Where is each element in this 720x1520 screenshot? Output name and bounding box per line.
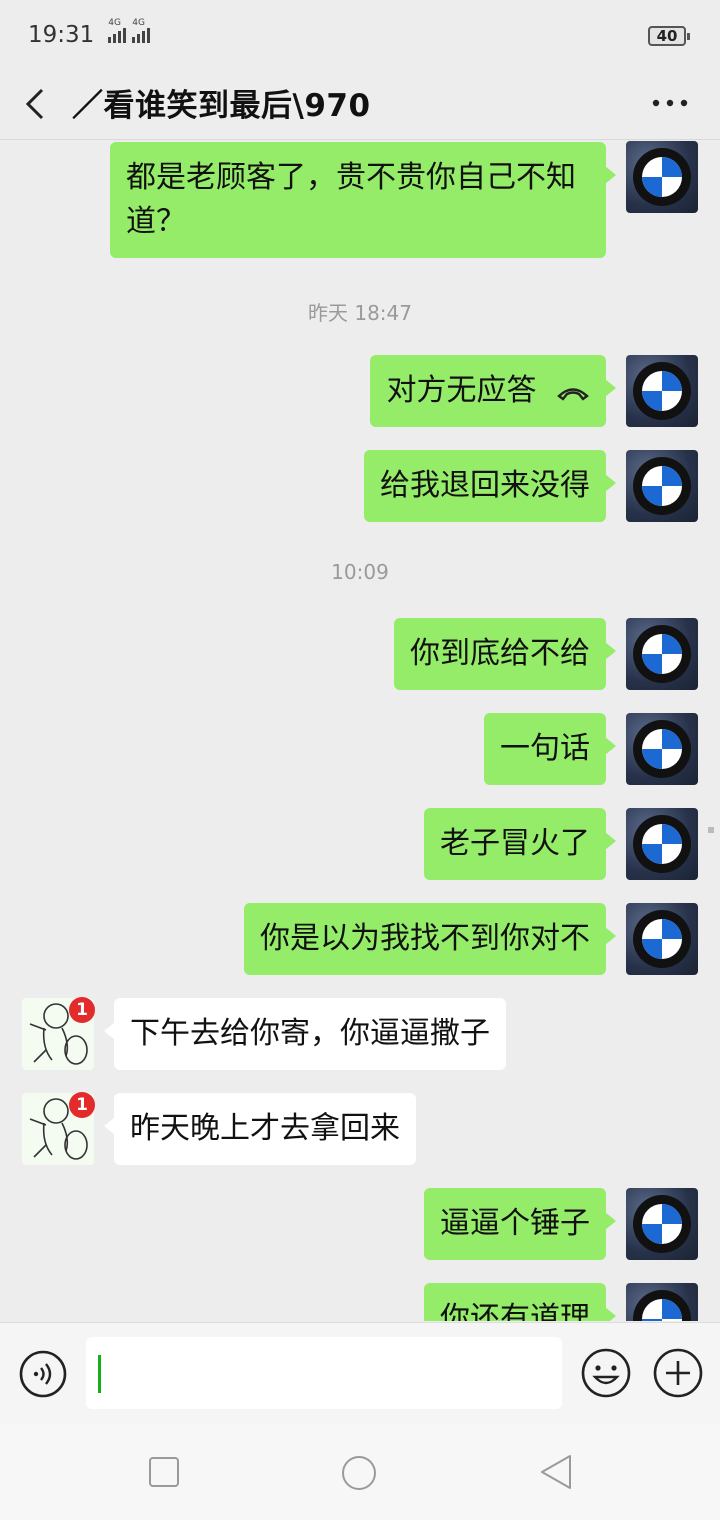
plus-icon bbox=[653, 1348, 703, 1398]
message-text: 一句话 bbox=[500, 731, 590, 766]
signal-icon: 4G bbox=[132, 18, 151, 43]
outgoing-message-bubble[interactable]: 老子冒火了 bbox=[424, 808, 616, 880]
message-input-bar bbox=[0, 1322, 720, 1424]
timestamp: 昨天 18:47 bbox=[308, 301, 412, 325]
outgoing-message-bubble[interactable]: 你到底给不给 bbox=[394, 618, 616, 690]
chat-messages[interactable]: 都是老顾客了，贵不贵你自己不知 道？ 昨天 18:47 对方无应答 给我退回来没… bbox=[0, 141, 720, 1321]
signal-icon: 4G bbox=[108, 18, 127, 43]
unread-badge: 1 bbox=[69, 997, 95, 1023]
outgoing-message-bubble[interactable]: 逼逼个锤子 bbox=[424, 1188, 616, 1260]
more-button[interactable] bbox=[650, 88, 690, 118]
unread-badge: 1 bbox=[69, 1092, 95, 1118]
message-text: 给我退回来没得 bbox=[380, 468, 590, 503]
bmw-avatar[interactable] bbox=[626, 808, 698, 880]
back-button[interactable] bbox=[18, 78, 58, 128]
square-icon bbox=[149, 1457, 179, 1487]
message-text: 逼逼个锤子 bbox=[440, 1206, 590, 1241]
timestamp: 10:09 bbox=[331, 560, 389, 584]
text-cursor bbox=[98, 1355, 101, 1393]
recent-apps-button[interactable] bbox=[148, 1456, 180, 1488]
message-text: 道？ bbox=[126, 204, 186, 239]
message-text: 你是以为我找不到你对不 bbox=[260, 921, 590, 956]
emoji-button[interactable] bbox=[580, 1347, 632, 1399]
chat-title: ／看谁笑到最后\970 bbox=[72, 88, 371, 124]
incoming-message-bubble[interactable]: 下午去给你寄，你逼逼撒子 bbox=[104, 998, 506, 1070]
outgoing-message-bubble[interactable]: 都是老顾客了，贵不贵你自己不知 道？ bbox=[110, 142, 616, 258]
outgoing-message-bubble[interactable]: 给我退回来没得 bbox=[364, 450, 616, 522]
message-input[interactable] bbox=[86, 1337, 562, 1409]
voice-icon bbox=[19, 1350, 67, 1398]
bmw-avatar[interactable] bbox=[626, 903, 698, 975]
circle-icon bbox=[342, 1456, 376, 1490]
message-text: 你到底给不给 bbox=[410, 636, 590, 671]
bmw-avatar[interactable] bbox=[626, 618, 698, 690]
voice-button[interactable] bbox=[18, 1349, 68, 1399]
plus-button[interactable] bbox=[652, 1347, 704, 1399]
bmw-avatar[interactable] bbox=[626, 450, 698, 522]
outgoing-message-bubble[interactable]: 你是以为我找不到你对不 bbox=[244, 903, 616, 975]
message-text: 昨天晚上才去拿回来 bbox=[130, 1111, 400, 1146]
bmw-avatar[interactable] bbox=[626, 713, 698, 785]
system-back-button[interactable] bbox=[538, 1452, 574, 1492]
bmw-avatar[interactable] bbox=[626, 355, 698, 427]
bmw-avatar[interactable] bbox=[626, 141, 698, 213]
triangle-back-icon bbox=[541, 1455, 571, 1489]
battery-icon: 40 bbox=[648, 26, 690, 46]
system-nav-bar bbox=[0, 1424, 720, 1520]
bmw-avatar[interactable] bbox=[626, 1188, 698, 1260]
message-text: 老子冒火了 bbox=[440, 826, 590, 861]
incoming-message-bubble[interactable]: 昨天晚上才去拿回来 bbox=[104, 1093, 416, 1165]
back-chevron-icon bbox=[25, 88, 44, 120]
message-text: 都是老顾客了，贵不贵你自己不知 bbox=[126, 160, 576, 195]
outgoing-message-bubble[interactable]: 对方无应答 bbox=[370, 355, 616, 427]
outgoing-message-bubble[interactable]: 一句话 bbox=[484, 713, 616, 785]
outgoing-message-bubble[interactable]: 你还有道理 bbox=[424, 1283, 616, 1321]
more-dots-icon bbox=[652, 99, 688, 107]
home-button[interactable] bbox=[340, 1454, 378, 1492]
message-text: 对方无应答 bbox=[386, 373, 537, 408]
message-text: 你还有道理 bbox=[440, 1301, 590, 1321]
scrollbar[interactable] bbox=[708, 827, 714, 833]
signal-indicators: 4G 4G bbox=[108, 18, 151, 43]
bmw-avatar[interactable] bbox=[626, 1283, 698, 1321]
emoji-icon bbox=[581, 1348, 631, 1398]
message-text: 下午去给你寄，你逼逼撒子 bbox=[130, 1016, 490, 1051]
status-bar: 19:31 4G 4G 40 bbox=[0, 0, 720, 70]
chat-header: ／看谁笑到最后\970 bbox=[0, 70, 720, 140]
phone-hangup-icon bbox=[557, 387, 589, 401]
status-time: 19:31 bbox=[28, 22, 95, 48]
